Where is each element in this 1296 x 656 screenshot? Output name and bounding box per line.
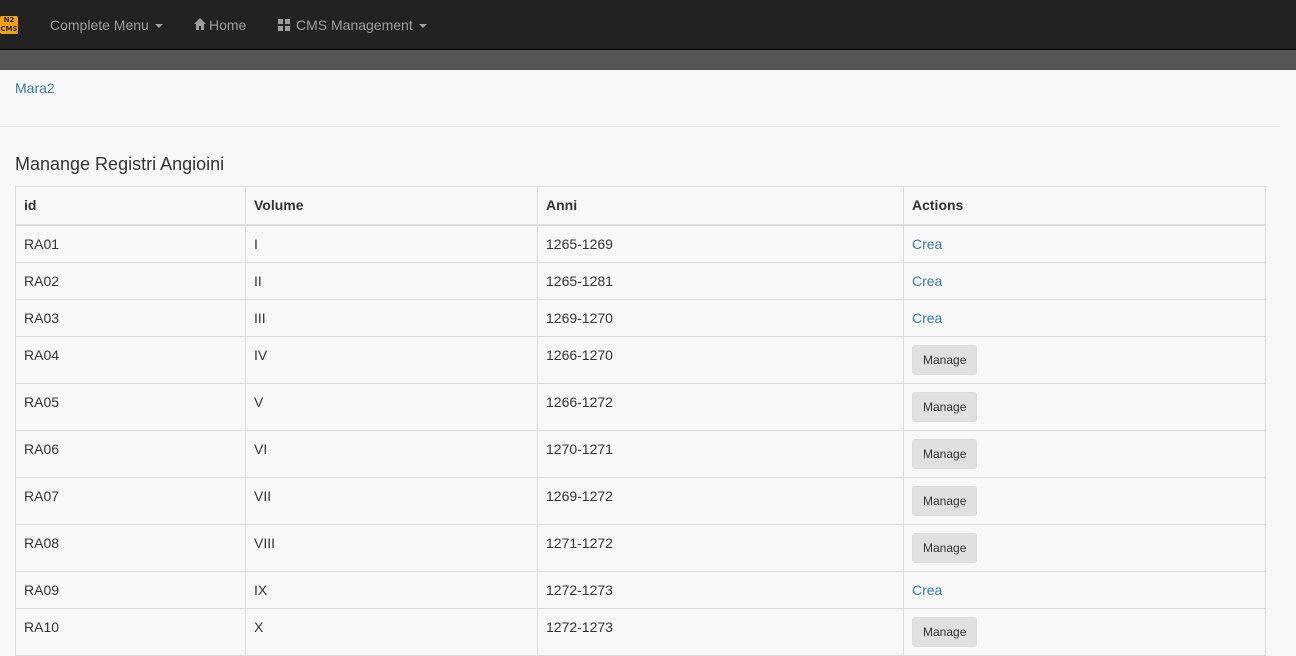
cms-management-dropdown[interactable]: CMS Management <box>278 0 427 50</box>
table-row: RA07 VII 1269-1272 Manage <box>15 476 1266 525</box>
complete-menu-label: Complete Menu <box>50 17 149 33</box>
cms-management-label: CMS Management <box>296 17 413 33</box>
cell-id: RA09 <box>15 570 246 609</box>
cell-volume: I <box>245 224 538 263</box>
crea-link[interactable]: Crea <box>912 236 942 252</box>
table-body: RA01 I 1265-1269 Crea RA02 II 1265-1281 Crea RA0… <box>15 224 1266 656</box>
table-row: RA06 VI 1270-1271 Manage <box>15 429 1266 478</box>
cell-id: RA07 <box>15 476 246 525</box>
cell-actions: Manage <box>903 382 1266 431</box>
header-actions: Actions <box>903 186 1266 226</box>
cell-volume: VI <box>245 429 538 478</box>
table-row: RA05 V 1266-1272 Manage <box>15 382 1266 431</box>
cell-volume: V <box>245 382 538 431</box>
cell-volume: X <box>245 607 538 656</box>
breadcrumb-link[interactable]: Mara2 <box>15 80 55 96</box>
manage-button[interactable]: Manage <box>912 391 978 422</box>
table-row: RA08 VIII 1271-1272 Manage <box>15 523 1266 572</box>
brand-logo[interactable]: N2 CMS <box>0 16 18 34</box>
manage-button[interactable]: Manage <box>912 344 978 375</box>
cell-id: RA10 <box>15 607 246 656</box>
table-row: RA09 IX 1272-1273 Crea <box>15 570 1266 609</box>
divider <box>0 126 1280 127</box>
home-icon <box>194 18 206 30</box>
cell-actions: Crea <box>903 261 1266 300</box>
top-navbar: N2 CMS Complete Menu Home CMS Management <box>0 0 1296 50</box>
home-label: Home <box>209 17 247 33</box>
cell-id: RA05 <box>15 382 246 431</box>
cell-id: RA02 <box>15 261 246 300</box>
cell-actions: Manage <box>903 429 1266 478</box>
cell-actions: Manage <box>903 476 1266 525</box>
cell-id: RA03 <box>15 298 246 337</box>
cell-id: RA08 <box>15 523 246 572</box>
cell-volume: VII <box>245 476 538 525</box>
header-id: id <box>15 186 246 226</box>
cell-actions: Crea <box>903 298 1266 337</box>
cell-anni: 1265-1269 <box>537 224 904 263</box>
table-row: RA04 IV 1266-1270 Manage <box>15 335 1266 384</box>
cell-volume: IX <box>245 570 538 609</box>
cell-actions: Crea <box>903 570 1266 609</box>
manage-button[interactable]: Manage <box>912 532 978 563</box>
cell-anni: 1269-1272 <box>537 476 904 525</box>
manage-button[interactable]: Manage <box>912 485 978 516</box>
cell-anni: 1272-1273 <box>537 607 904 656</box>
table-row: RA02 II 1265-1281 Crea <box>15 261 1266 300</box>
page-title: Manange Registri Angioini <box>15 154 225 174</box>
sub-navbar <box>0 50 1296 70</box>
cell-actions: Manage <box>903 607 1266 656</box>
cell-anni: 1266-1272 <box>537 382 904 431</box>
cell-id: RA04 <box>15 335 246 384</box>
table-header-row: id Volume Anni Actions <box>15 186 1266 226</box>
th-large-icon <box>278 19 290 31</box>
cell-anni: 1265-1281 <box>537 261 904 300</box>
crea-link[interactable]: Crea <box>912 310 942 326</box>
cell-actions: Crea <box>903 224 1266 263</box>
cell-volume: VIII <box>245 523 538 572</box>
complete-menu-dropdown[interactable]: Complete Menu <box>50 0 163 50</box>
table-row: RA10 X 1272-1273 Manage <box>15 607 1266 656</box>
header-anni: Anni <box>537 186 904 226</box>
caret-down-icon <box>154 24 163 29</box>
cell-actions: Manage <box>903 523 1266 572</box>
cell-volume: III <box>245 298 538 337</box>
cell-anni: 1269-1270 <box>537 298 904 337</box>
cell-id: RA01 <box>15 224 246 263</box>
cell-anni: 1271-1272 <box>537 523 904 572</box>
registri-table: id Volume Anni Actions RA01 I 1265-1269 Cre… <box>15 186 1266 656</box>
table-row: RA01 I 1265-1269 Crea <box>15 224 1266 263</box>
manage-button[interactable]: Manage <box>912 438 978 469</box>
crea-link[interactable]: Crea <box>912 273 942 289</box>
cell-anni: 1270-1271 <box>537 429 904 478</box>
caret-down-icon <box>418 24 427 29</box>
cell-actions: Manage <box>903 335 1266 384</box>
cell-anni: 1266-1270 <box>537 335 904 384</box>
cell-anni: 1272-1273 <box>537 570 904 609</box>
crea-link[interactable]: Crea <box>912 582 942 598</box>
manage-button[interactable]: Manage <box>912 616 978 647</box>
home-link[interactable]: Home <box>193 0 246 50</box>
cell-volume: IV <box>245 335 538 384</box>
cell-volume: II <box>245 261 538 300</box>
cell-id: RA06 <box>15 429 246 478</box>
table-row: RA03 III 1269-1270 Crea <box>15 298 1266 337</box>
header-volume: Volume <box>245 186 538 226</box>
